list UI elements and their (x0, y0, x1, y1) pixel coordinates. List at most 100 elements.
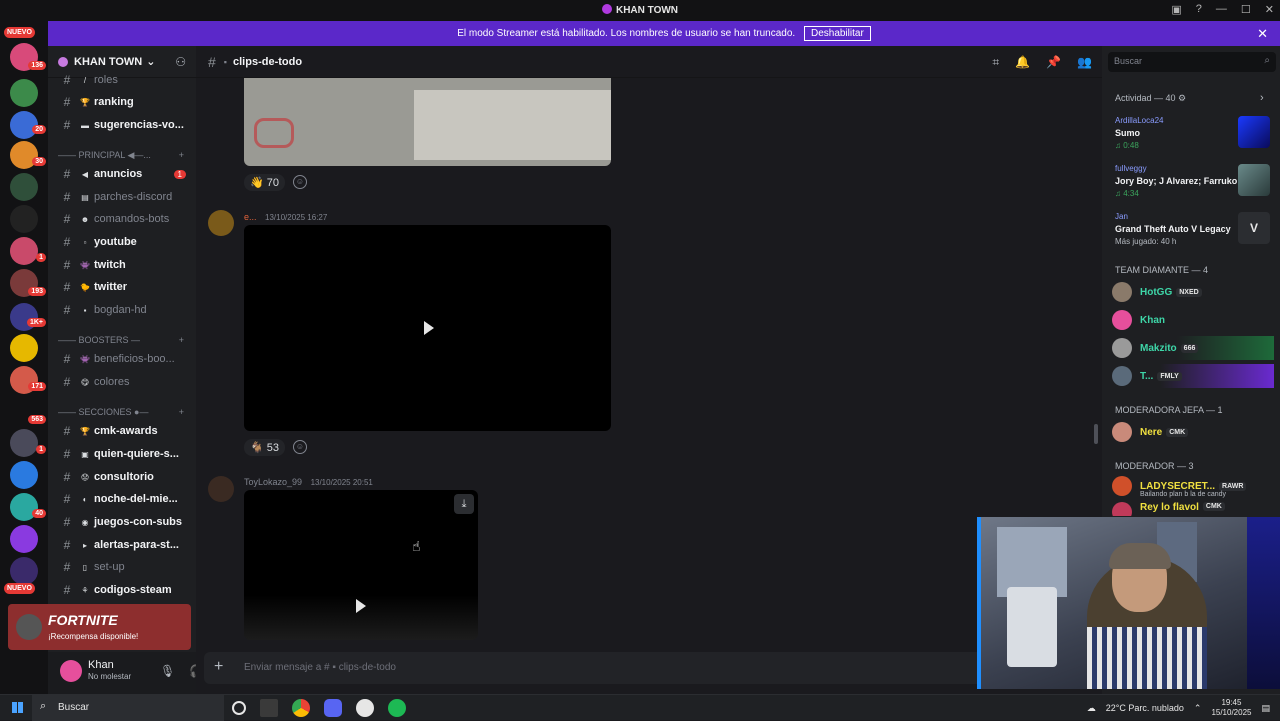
channel-juegos-con-subs[interactable]: # ◉ juegos-con-subs (58, 512, 194, 532)
channel-consultorio[interactable]: # 😟 consultorio (58, 467, 194, 487)
server-icon[interactable] (10, 429, 38, 457)
message-header: ToyLokazo_99 13/10/2025 20:51 (244, 477, 373, 487)
hand-cursor-icon: ☝ (412, 538, 421, 554)
video-attachment[interactable] (244, 78, 611, 166)
close-button[interactable]: ✕ (1265, 3, 1274, 16)
pin-icon[interactable]: 📌 (1046, 55, 1061, 70)
discord-icon[interactable] (324, 699, 342, 717)
invite-people-icon[interactable]: ⚇ (175, 55, 186, 69)
activity-card[interactable]: ArdillaLoca24 Sumo ♫ 0:48 (1110, 114, 1272, 158)
play-icon[interactable] (424, 321, 434, 335)
member-item[interactable]: HotGG NXED (1112, 280, 1274, 304)
server-icon[interactable] (10, 205, 38, 233)
maximize-button[interactable]: ☐ (1241, 3, 1251, 16)
server-icon[interactable] (10, 79, 38, 107)
obs-icon[interactable] (356, 699, 374, 717)
scrollbar[interactable] (1094, 424, 1098, 444)
channel-roles[interactable]: # / roles (58, 70, 194, 90)
member-item[interactable]: T... FMLY (1112, 364, 1274, 388)
channel-bogdan-hd[interactable]: # ▪ bogdan-hd (58, 300, 194, 320)
streamer-mode-banner: El modo Streamer está habilitado. Los no… (48, 21, 1280, 46)
task-view-icon[interactable] (232, 701, 246, 715)
reaction-chip[interactable]: 👋 70 (244, 173, 286, 191)
channel-ranking[interactable]: # 🏆 ranking (58, 92, 194, 112)
promo-icon (16, 614, 42, 640)
fortnite-promo-card[interactable]: FORTNITE ¡Recompensa disponible! (8, 604, 191, 650)
microphone-icon[interactable]: 🎙 (160, 664, 175, 678)
notification-icon[interactable]: ▤ (1261, 703, 1270, 714)
search-input[interactable]: Buscar ⌕ (1108, 52, 1276, 72)
reaction-chip[interactable]: 🐐 53 (244, 438, 286, 456)
chrome-icon[interactable] (292, 699, 310, 717)
add-channel-icon[interactable]: + (179, 335, 184, 345)
channel-twitter[interactable]: # 🐤 twitter (58, 277, 194, 297)
hash-icon: # (63, 167, 71, 181)
activity-card[interactable]: Jan Grand Theft Auto V Legacy Más jugado… (1110, 210, 1272, 254)
add-channel-icon[interactable]: + (179, 407, 184, 417)
inbox-icon[interactable]: ▣ (1171, 3, 1181, 16)
help-icon[interactable]: ? (1196, 3, 1202, 16)
server-icon[interactable] (10, 557, 38, 585)
channel-anuncios[interactable]: # ◀ anuncios 1 (58, 164, 194, 184)
server-icon[interactable] (10, 237, 38, 265)
server-badge: 20 (32, 125, 46, 134)
threads-icon[interactable]: ⌗ (992, 55, 999, 70)
channel-twitch[interactable]: # 👾 twitch (58, 255, 194, 275)
channel-beneficios[interactable]: # 👾 beneficios-boo... (58, 349, 194, 369)
server-icon[interactable] (10, 173, 38, 201)
member-item[interactable]: Rey lo flavol CMK (1112, 502, 1274, 516)
spotify-icon[interactable] (388, 699, 406, 717)
message-avatar[interactable] (208, 476, 234, 502)
add-attachment-icon[interactable]: + (214, 658, 223, 676)
member-item[interactable]: Makzito 666 (1112, 336, 1274, 360)
member-item[interactable]: Khan (1112, 308, 1274, 332)
category-boosters[interactable]: —— BOOSTERS — + (58, 335, 194, 345)
close-banner-icon[interactable]: ✕ (1257, 21, 1268, 46)
channel-parches-discord[interactable]: # ▤ parches-discord (58, 187, 194, 207)
channel-codigos-steam[interactable]: # ⚘ codigos-steam (58, 580, 194, 600)
channel-cmk-awards[interactable]: # 🏆 cmk-awards (58, 421, 194, 441)
channel-noche-del-miedo[interactable]: # ◐ noche-del-mie... (58, 489, 194, 509)
user-avatar[interactable] (60, 660, 82, 682)
channel-colores[interactable]: # 😋 colores (58, 372, 194, 392)
streamer-mode-text: El modo Streamer está habilitado. Los no… (457, 28, 796, 39)
play-icon[interactable] (356, 599, 366, 613)
disable-streamer-button[interactable]: Deshabilitar (803, 26, 871, 41)
category-principal[interactable]: —— PRINCIPAL ◀—... + (58, 150, 194, 161)
channel-set-up[interactable]: # ▯ set-up (58, 557, 194, 577)
server-icon[interactable] (10, 461, 38, 489)
member-list-icon[interactable]: 👥 (1077, 55, 1092, 70)
add-channel-icon[interactable]: + (179, 150, 184, 160)
gta-game-icon: V (1238, 212, 1270, 244)
notification-bell-icon[interactable]: 🔔 (1015, 55, 1030, 70)
chevron-right-icon[interactable]: › (1260, 92, 1264, 104)
message-composer[interactable]: + Enviar mensaje a # ▪ clips-de-todo (204, 652, 1094, 684)
minimize-button[interactable]: — (1216, 3, 1227, 16)
member-item[interactable]: LADYSECRET... RAWR Bailando plan b la de… (1112, 474, 1274, 498)
chevron-up-icon[interactable]: ⌃ (1194, 703, 1202, 714)
message-author[interactable]: ToyLokazo_99 (244, 477, 302, 487)
gear-icon[interactable]: ⚙ (1178, 93, 1186, 103)
category-secciones[interactable]: —— SECCIONES ●— + (58, 407, 194, 417)
channel-comandos-bots[interactable]: # ☻ comandos-bots (58, 209, 194, 229)
channel-alertas[interactable]: # ▸ alertas-para-st... (58, 535, 194, 555)
add-reaction-icon[interactable]: ☺ (293, 175, 308, 189)
server-icon[interactable] (10, 334, 38, 362)
twitch-server-icon[interactable] (10, 525, 38, 553)
download-icon[interactable]: ⤓ (454, 494, 474, 514)
windows-start-icon[interactable] (12, 702, 23, 713)
taskbar-search[interactable]: ⌕ Buscar (32, 695, 224, 721)
video-attachment[interactable]: ⤓ (244, 490, 478, 640)
add-reaction-icon[interactable]: ☺ (293, 440, 308, 454)
message-avatar[interactable] (208, 210, 234, 236)
member-item[interactable]: Nere CMK (1112, 420, 1274, 444)
widgets-icon[interactable] (260, 699, 278, 717)
channel-sugerencias[interactable]: # ▬ sugerencias-vo... (58, 115, 194, 135)
channel-quien-quiere[interactable]: # ▣ quien-quiere-s... (58, 444, 194, 464)
channel-youtube[interactable]: # ▫ youtube (58, 232, 194, 252)
activity-card[interactable]: fullveggy Jory Boy; J Alvarez; Farruko ♫… (1110, 162, 1272, 206)
clock[interactable]: 19:45 15/10/2025 (1211, 698, 1251, 718)
message-author[interactable]: e... (244, 212, 257, 222)
weather-text[interactable]: 22°C Parc. nublado (1106, 703, 1184, 713)
video-attachment[interactable] (244, 225, 611, 431)
